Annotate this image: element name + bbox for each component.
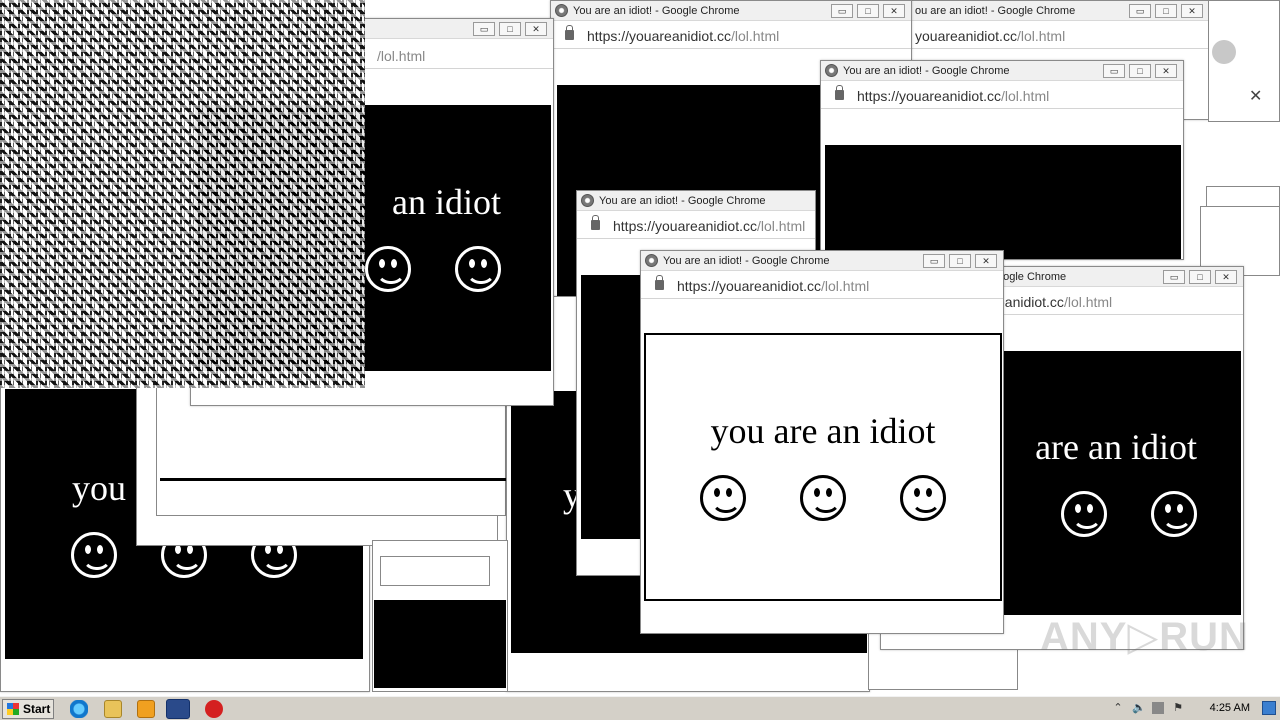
title-bar[interactable]: You are an idiot! - Google Chrome ▭ □ ✕ <box>551 1 911 21</box>
lock-icon <box>835 85 844 100</box>
smiley-icon <box>800 475 846 521</box>
url-text: https://youareanidiot.cc/lol.html <box>587 28 780 44</box>
stop-icon[interactable] <box>205 700 223 718</box>
url-text: /lol.html <box>377 48 426 64</box>
smiley-row <box>700 475 946 521</box>
window-buttons: ▭ □ ✕ <box>473 22 547 36</box>
smiley-icon <box>1151 491 1197 537</box>
smiley-icon <box>700 475 746 521</box>
media-player-icon[interactable] <box>137 700 155 718</box>
browser-window-fragment <box>380 556 490 586</box>
maximize-button[interactable]: □ <box>949 254 971 268</box>
window-title: ou are an idiot! - Google Chrome <box>915 5 1076 17</box>
url-text: https://youareanidiot.cc/lol.html <box>613 218 806 234</box>
window-title: You are an idiot! - Google Chrome <box>843 65 1010 77</box>
ie-icon[interactable] <box>70 700 88 718</box>
address-bar[interactable]: youareanidiot.cc/lol.html <box>911 21 1209 49</box>
window-buttons: ▭ □ ✕ <box>1129 4 1203 18</box>
address-bar[interactable]: https://youareanidiot.cc/lol.html <box>641 271 1003 299</box>
title-bar[interactable]: You are an idiot! - Google Chrome ▭ □ ✕ <box>821 61 1183 81</box>
smiley-icon <box>365 246 411 292</box>
smiley-icon <box>71 532 117 578</box>
watermark-logo: ANY▷RUN <box>1040 615 1249 659</box>
smiley-icon <box>455 246 501 292</box>
smiley-row <box>1061 491 1197 537</box>
explorer-icon[interactable] <box>104 700 122 718</box>
clock[interactable]: 4:25 AM <box>1210 702 1250 714</box>
window-title: oogle Chrome <box>997 271 1067 283</box>
phrase-text: are an idiot <box>1035 427 1197 467</box>
minimize-button[interactable]: ▭ <box>923 254 945 268</box>
window-buttons: ▭ □ ✕ <box>1163 270 1237 284</box>
network-icon[interactable] <box>1152 702 1164 714</box>
system-tray: ⌃ 🔈 ⚑ 4:25 AM <box>1110 697 1280 720</box>
phrase-text: an idiot <box>392 182 501 222</box>
minimize-button[interactable]: ▭ <box>1163 270 1185 284</box>
close-button[interactable]: ✕ <box>1155 64 1177 78</box>
popup-window-front: You are an idiot! - Google Chrome ▭ □ ✕ … <box>640 250 1004 634</box>
address-bar[interactable]: https://youareanidiot.cc/lol.html <box>551 21 911 49</box>
lock-icon <box>591 215 600 230</box>
start-flag-icon <box>7 703 19 715</box>
volume-icon[interactable]: 🔈 <box>1132 702 1146 714</box>
phrase-text: you <box>72 468 126 508</box>
maximize-button[interactable]: □ <box>1129 64 1151 78</box>
black-panel <box>374 600 506 688</box>
title-bar[interactable]: You are an idiot! - Google Chrome ▭ □ ✕ <box>641 251 1003 271</box>
popup-window-middle-right: You are an idiot! - Google Chrome ▭ □ ✕ … <box>820 60 1184 260</box>
phrase-text: you are an idiot <box>710 411 936 451</box>
show-desktop-button[interactable] <box>1262 701 1276 715</box>
title-bar[interactable]: You are an idiot! - Google Chrome <box>577 191 815 211</box>
profile-avatar-icon[interactable] <box>1212 40 1236 64</box>
smiley-icon <box>1061 491 1107 537</box>
window-title: You are an idiot! - Google Chrome <box>663 255 830 267</box>
close-button[interactable]: ✕ <box>883 4 905 18</box>
lock-icon <box>565 25 574 40</box>
window-title: You are an idiot! - Google Chrome <box>573 5 740 17</box>
close-button[interactable]: ✕ <box>525 22 547 36</box>
flag-icon[interactable]: ⚑ <box>1172 702 1184 714</box>
url-text: https://youareanidiot.cc/lol.html <box>677 278 870 294</box>
chrome-icon <box>581 194 594 207</box>
start-button[interactable]: Start <box>2 699 54 719</box>
smiley-icon <box>900 475 946 521</box>
minimize-button[interactable]: ▭ <box>473 22 495 36</box>
black-divider <box>160 478 506 481</box>
title-bar[interactable]: ou are an idiot! - Google Chrome ▭ □ ✕ <box>911 1 1209 21</box>
chrome-taskbar-icon[interactable] <box>166 699 190 719</box>
minimize-button[interactable]: ▭ <box>1103 64 1125 78</box>
taskbar: Start ⌃ 🔈 ⚑ 4:25 AM <box>0 696 1280 720</box>
window-buttons: ▭ □ ✕ <box>923 254 997 268</box>
window-title: You are an idiot! - Google Chrome <box>599 195 766 207</box>
lock-icon <box>655 275 664 290</box>
maximize-button[interactable]: □ <box>1155 4 1177 18</box>
window-buttons: ▭ □ ✕ <box>831 4 905 18</box>
url-text: youareanidiot.cc/lol.html <box>915 28 1066 44</box>
window-buttons: ▭ □ ✕ <box>1103 64 1177 78</box>
minimize-button[interactable]: ▭ <box>1129 4 1151 18</box>
address-bar[interactable]: https://youareanidiot.cc/lol.html <box>577 211 815 239</box>
minimize-button[interactable]: ▭ <box>831 4 853 18</box>
maximize-button[interactable]: □ <box>1189 270 1211 284</box>
chrome-icon <box>825 64 838 77</box>
chevron-up-icon[interactable]: ⌃ <box>1112 702 1124 714</box>
close-button[interactable]: ✕ <box>975 254 997 268</box>
close-button[interactable]: ✕ <box>1215 270 1237 284</box>
black-panel <box>825 145 1181 259</box>
start-label: Start <box>23 702 51 716</box>
close-button[interactable]: ✕ <box>1181 4 1203 18</box>
maximize-button[interactable]: □ <box>857 4 879 18</box>
url-text: https://youareanidiot.cc/lol.html <box>857 88 1050 104</box>
url-text: eanidiot.cc/lol.html <box>997 294 1113 310</box>
address-bar[interactable]: https://youareanidiot.cc/lol.html <box>821 81 1183 109</box>
close-icon[interactable]: ✕ <box>1249 86 1262 106</box>
screen-glitch-artifact <box>0 0 365 388</box>
chrome-icon <box>555 4 568 17</box>
maximize-button[interactable]: □ <box>499 22 521 36</box>
smiley-row <box>365 246 501 292</box>
chrome-icon <box>645 254 658 267</box>
white-panel: you are an idiot <box>644 333 1002 601</box>
